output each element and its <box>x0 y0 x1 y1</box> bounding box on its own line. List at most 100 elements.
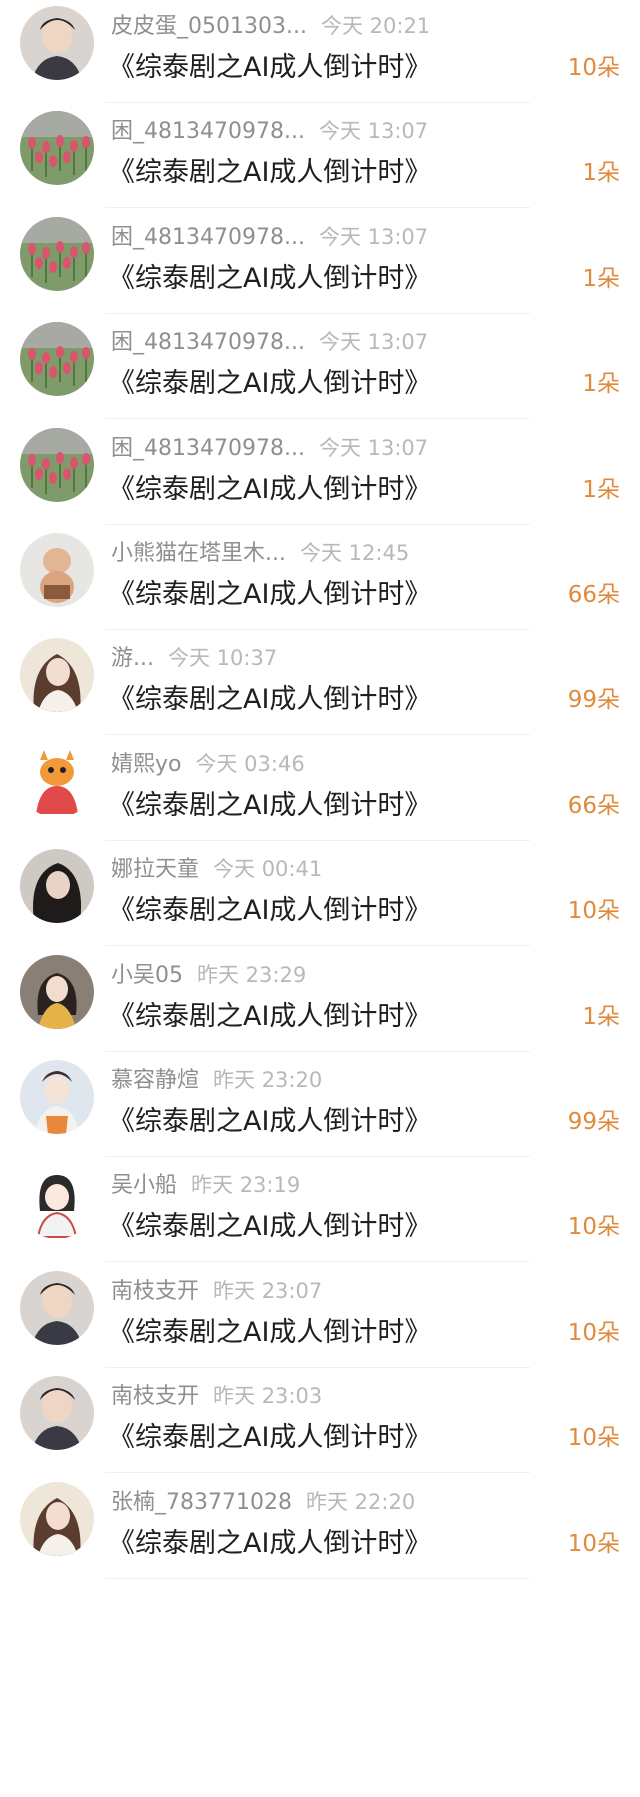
name-line: 小熊猫在塔里木... 今天 12:45 <box>111 535 409 566</box>
gift-record-row[interactable]: 吴小船 昨天 23:19 《综泰剧之AI成人倒计时》 10朵 <box>0 1159 640 1280</box>
gift-record-row[interactable]: 慕容静煊 昨天 23:20 《综泰剧之AI成人倒计时》 99朵 <box>0 1054 640 1175</box>
gift-record-row[interactable]: 张楠_783771028 昨天 22:20 《综泰剧之AI成人倒计时》 10朵 <box>0 1476 640 1597</box>
work-title[interactable]: 《综泰剧之AI成人倒计时》 <box>108 572 431 611</box>
user-name[interactable]: 张楠_783771028 <box>111 1490 292 1515</box>
user-name[interactable]: 游... <box>111 646 154 671</box>
gift-record-row[interactable]: 困_4813470978... 今天 13:07 《综泰剧之AI成人倒计时》 1朵 <box>0 316 640 437</box>
boy-portrait-icon[interactable] <box>20 6 94 80</box>
user-name[interactable]: 娜拉天童 <box>111 857 199 882</box>
timestamp: 今天 13:07 <box>318 330 429 355</box>
timestamp: 今天 10:37 <box>167 646 278 671</box>
gift-record-row[interactable]: 困_4813470978... 今天 13:07 《综泰剧之AI成人倒计时》 1朵 <box>0 105 640 226</box>
work-title[interactable]: 《综泰剧之AI成人倒计时》 <box>108 994 431 1033</box>
row-divider <box>105 1577 530 1579</box>
flower-count: 1朵 <box>582 1003 620 1030</box>
name-line: 困_4813470978... 今天 13:07 <box>111 324 429 355</box>
gift-record-row[interactable]: 婧熙yo 今天 03:46 《综泰剧之AI成人倒计时》 66朵 <box>0 738 640 859</box>
timestamp: 昨天 22:20 <box>305 1489 416 1514</box>
girl-portrait-icon[interactable] <box>20 1481 94 1556</box>
flower-count: 10朵 <box>567 898 620 925</box>
timestamp: 昨天 23:07 <box>213 1278 323 1303</box>
row-divider <box>105 945 530 947</box>
girl-winter-icon[interactable] <box>20 1060 94 1134</box>
work-title[interactable]: 《综泰剧之AI成人倒计时》 <box>108 467 431 506</box>
row-divider <box>105 839 530 841</box>
flower-count: 1朵 <box>582 371 620 398</box>
row-divider <box>105 207 530 209</box>
user-name[interactable]: 小吴05 <box>111 963 183 988</box>
gift-record-row[interactable]: 皮皮蛋_0501303... 今天 20:21 《综泰剧之AI成人倒计时》 10朵 <box>0 0 640 121</box>
user-name[interactable]: 婧熙yo <box>111 752 181 777</box>
gift-record-row[interactable]: 困_4813470978... 今天 13:07 《综泰剧之AI成人倒计时》 1朵 <box>0 211 640 332</box>
flower-count: 99朵 <box>567 1109 620 1135</box>
baby-photo-icon[interactable] <box>20 533 94 607</box>
row-divider <box>105 418 530 420</box>
gift-record-row[interactable]: 南枝支开 昨天 23:03 《综泰剧之AI成人倒计时》 10朵 <box>0 1370 640 1491</box>
row-divider <box>105 102 530 103</box>
gift-record-row[interactable]: 南枝支开 昨天 23:07 《综泰剧之AI成人倒计时》 10朵 <box>0 1265 640 1386</box>
flower-count: 66朵 <box>567 582 620 608</box>
dark-portrait-icon[interactable] <box>20 849 94 924</box>
name-line: 吴小船 昨天 23:19 <box>111 1167 301 1198</box>
user-name[interactable]: 吴小船 <box>111 1173 177 1198</box>
user-name[interactable]: 南枝支开 <box>111 1279 199 1304</box>
gift-record-row[interactable]: 游... 今天 10:37 《综泰剧之AI成人倒计时》 99朵 <box>0 632 640 753</box>
flower-count: 1朵 <box>582 476 620 503</box>
work-title[interactable]: 《综泰剧之AI成人倒计时》 <box>108 1415 431 1454</box>
timestamp: 昨天 23:19 <box>191 1173 301 1198</box>
user-name[interactable]: 皮皮蛋_0501303... <box>111 14 307 39</box>
work-title[interactable]: 《综泰剧之AI成人倒计时》 <box>108 1204 431 1243</box>
user-name[interactable]: 小熊猫在塔里木... <box>111 541 286 566</box>
user-name[interactable]: 困_4813470978... <box>111 436 305 461</box>
gift-record-row[interactable]: 困_4813470978... 今天 13:07 《综泰剧之AI成人倒计时》 1朵 <box>0 422 640 543</box>
name-line: 困_4813470978... 今天 13:07 <box>111 113 429 144</box>
timestamp: 今天 13:07 <box>318 435 429 460</box>
tulip-field-icon[interactable] <box>20 216 94 291</box>
work-title[interactable]: 《综泰剧之AI成人倒计时》 <box>108 1521 431 1560</box>
work-title[interactable]: 《综泰剧之AI成人倒计时》 <box>108 1310 431 1349</box>
boy-portrait-icon[interactable] <box>20 1376 94 1451</box>
gift-record-row[interactable]: 小熊猫在塔里木... 今天 12:45 《综泰剧之AI成人倒计时》 66朵 <box>0 527 640 648</box>
user-name[interactable]: 南枝支开 <box>111 1384 199 1409</box>
tulip-field-icon[interactable] <box>20 427 94 502</box>
row-divider <box>105 629 530 630</box>
flower-count: 10朵 <box>567 1530 620 1557</box>
work-title[interactable]: 《综泰剧之AI成人倒计时》 <box>108 677 431 716</box>
work-title[interactable]: 《综泰剧之AI成人倒计时》 <box>108 150 431 189</box>
gift-record-row[interactable]: 娜拉天童 今天 00:41 《综泰剧之AI成人倒计时》 10朵 <box>0 843 640 964</box>
girl-scarf-icon[interactable] <box>20 954 94 1029</box>
work-title[interactable]: 《综泰剧之AI成人倒计时》 <box>108 256 431 295</box>
user-name[interactable]: 困_4813470978... <box>111 119 305 144</box>
boy-portrait-icon[interactable] <box>20 1270 94 1345</box>
cartoon-girl-icon[interactable] <box>20 1165 94 1240</box>
tulip-field-icon[interactable] <box>20 322 94 397</box>
work-title[interactable]: 《综泰剧之AI成人倒计时》 <box>108 1099 431 1138</box>
timestamp: 今天 00:41 <box>213 857 323 882</box>
name-line: 慕容静煊 昨天 23:20 <box>111 1062 323 1093</box>
user-name[interactable]: 困_4813470978... <box>111 330 305 355</box>
row-divider <box>105 1366 530 1368</box>
flower-count: 1朵 <box>582 265 620 292</box>
row-divider <box>105 1472 530 1474</box>
timestamp: 今天 13:07 <box>318 119 429 144</box>
user-name[interactable]: 慕容静煊 <box>111 1068 199 1093</box>
work-title[interactable]: 《综泰剧之AI成人倒计时》 <box>108 45 431 84</box>
name-line: 游... 今天 10:37 <box>111 640 278 671</box>
name-line: 婧熙yo 今天 03:46 <box>111 746 305 777</box>
user-name[interactable]: 困_4813470978... <box>111 225 305 250</box>
row-divider <box>105 1156 530 1157</box>
girl-portrait-icon[interactable] <box>20 638 94 713</box>
work-title[interactable]: 《综泰剧之AI成人倒计时》 <box>108 783 431 822</box>
cartoon-dragon-icon[interactable] <box>20 743 94 818</box>
gift-record-list: 皮皮蛋_0501303... 今天 20:21 《综泰剧之AI成人倒计时》 10朵… <box>0 0 640 1797</box>
gift-record-row[interactable]: 小吴05 昨天 23:29 《综泰剧之AI成人倒计时》 1朵 <box>0 949 640 1070</box>
work-title[interactable]: 《综泰剧之AI成人倒计时》 <box>108 888 431 927</box>
row-divider <box>105 1261 530 1263</box>
tulip-field-icon[interactable] <box>20 111 94 186</box>
timestamp: 今天 20:21 <box>320 14 431 38</box>
row-divider <box>105 1050 530 1052</box>
timestamp: 今天 13:07 <box>318 224 429 249</box>
timestamp: 昨天 23:20 <box>213 1068 323 1092</box>
work-title[interactable]: 《综泰剧之AI成人倒计时》 <box>108 361 431 400</box>
timestamp: 昨天 23:29 <box>197 962 307 987</box>
